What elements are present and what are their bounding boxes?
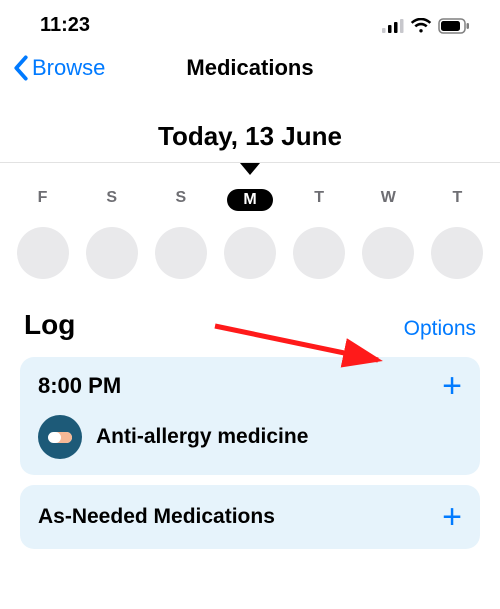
status-bar: 11:23	[0, 0, 500, 45]
weekday-w[interactable]: W	[365, 189, 411, 211]
as-needed-title: As-Needed Medications	[38, 505, 275, 529]
as-needed-card[interactable]: As-Needed Medications +	[20, 485, 480, 549]
day-bubble[interactable]	[293, 227, 345, 279]
weekday-m-selected[interactable]: M	[227, 189, 273, 211]
log-group-card[interactable]: 8:00 PM + Anti-allergy medicine	[20, 357, 480, 475]
log-header: Log Options	[0, 299, 500, 347]
day-bubble[interactable]	[224, 227, 276, 279]
log-group-header: 8:00 PM +	[38, 373, 462, 399]
day-bubble-row	[0, 221, 500, 299]
day-bubble[interactable]	[17, 227, 69, 279]
pill-icon	[38, 415, 82, 459]
weekday-f[interactable]: F	[20, 189, 66, 211]
nav-bar: Browse Medications	[0, 45, 500, 99]
chevron-left-icon	[12, 55, 30, 81]
medication-name: Anti-allergy medicine	[96, 425, 308, 449]
add-log-button[interactable]: +	[442, 375, 462, 397]
battery-icon	[438, 18, 470, 34]
back-label: Browse	[32, 55, 105, 81]
day-bubble[interactable]	[362, 227, 414, 279]
wifi-icon	[410, 18, 432, 34]
add-as-needed-button[interactable]: +	[442, 506, 462, 528]
weekday-t[interactable]: T	[296, 189, 342, 211]
back-button[interactable]: Browse	[12, 55, 105, 81]
options-link[interactable]: Options	[404, 317, 476, 341]
medication-row[interactable]: Anti-allergy medicine	[38, 415, 462, 459]
log-title: Log	[24, 309, 75, 341]
log-group-time: 8:00 PM	[38, 373, 121, 399]
caret-down-icon	[0, 163, 500, 175]
weekday-t2[interactable]: T	[434, 189, 480, 211]
weekday-s2[interactable]: S	[158, 189, 204, 211]
weekday-s[interactable]: S	[89, 189, 135, 211]
page-title: Medications	[186, 55, 313, 81]
weekday-row: F S S M T W T	[0, 175, 500, 221]
day-bubble[interactable]	[86, 227, 138, 279]
day-bubble[interactable]	[155, 227, 207, 279]
status-indicators	[382, 18, 470, 34]
status-time: 11:23	[40, 14, 90, 37]
date-heading: Today, 13 June	[0, 99, 500, 162]
cellular-icon	[382, 19, 404, 33]
day-bubble[interactable]	[431, 227, 483, 279]
